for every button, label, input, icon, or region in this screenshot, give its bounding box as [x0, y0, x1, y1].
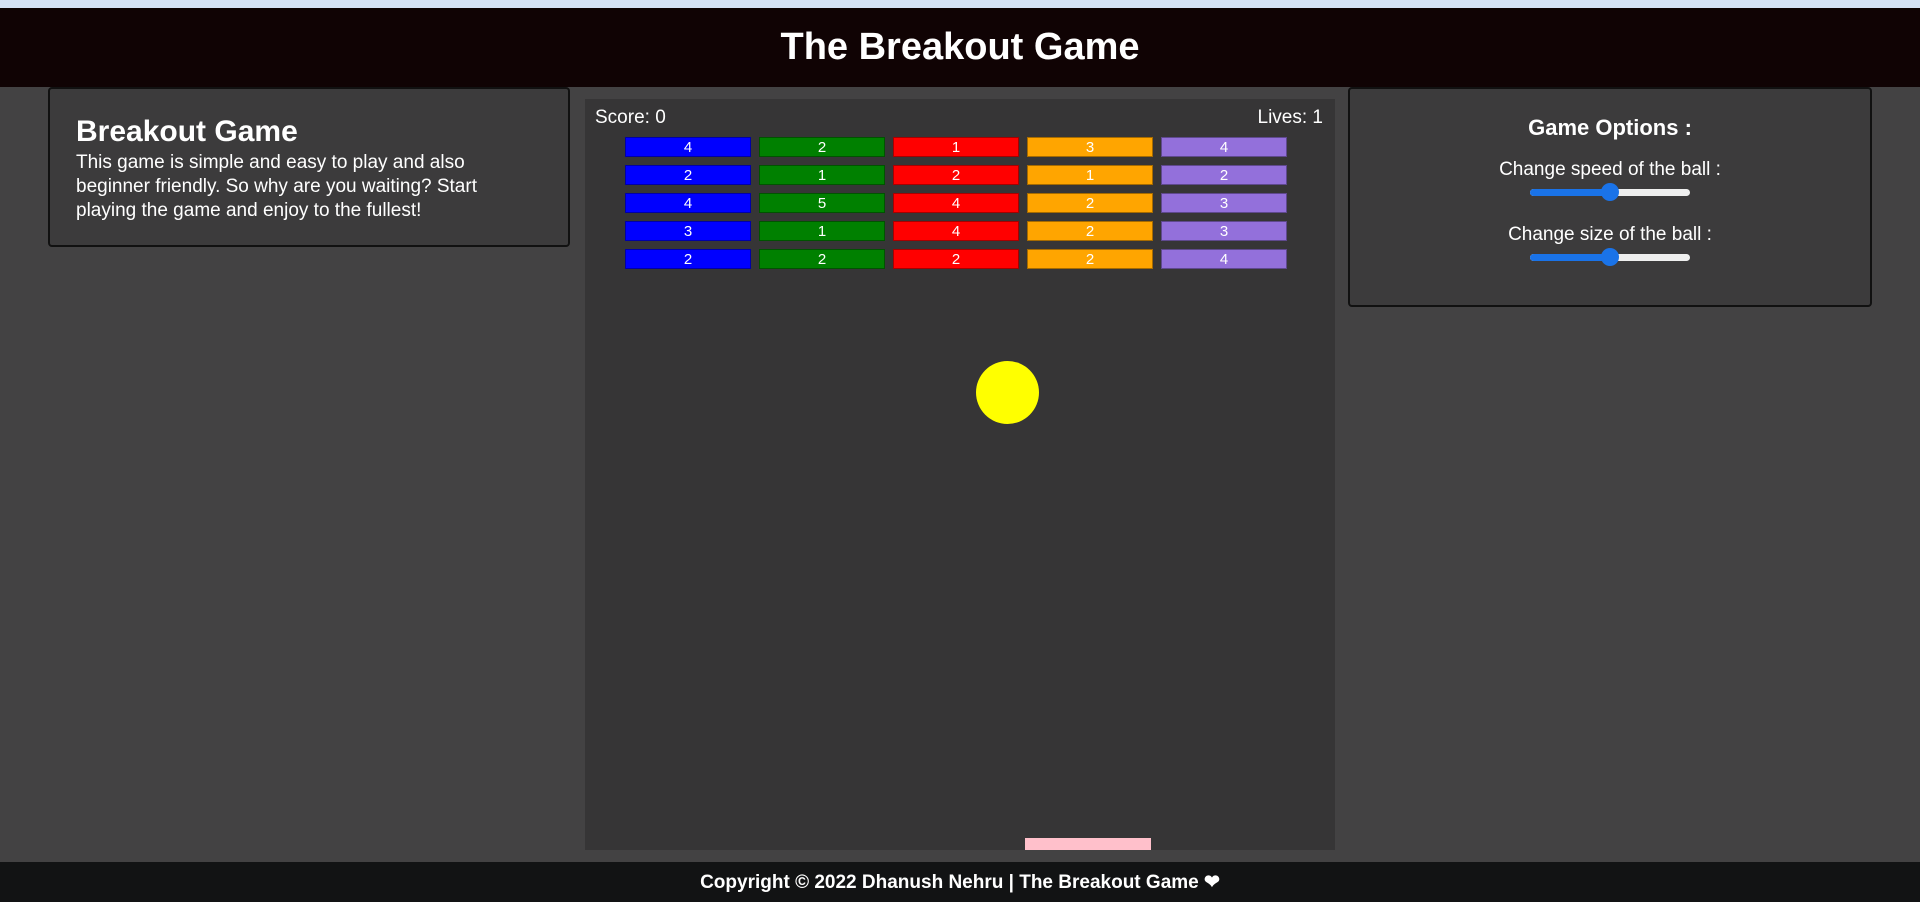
ball [976, 361, 1039, 424]
brick: 2 [759, 249, 885, 269]
speed-label: Change speed of the ball : [1499, 159, 1721, 180]
game-options-panel: Game Options : Change speed of the ball … [1348, 87, 1872, 307]
brick: 2 [893, 249, 1019, 269]
brick: 2 [1161, 165, 1287, 185]
brick: 4 [625, 193, 751, 213]
brick: 4 [1161, 249, 1287, 269]
info-title: Breakout Game [76, 115, 298, 148]
brick: 2 [625, 165, 751, 185]
brick: 3 [625, 221, 751, 241]
brick: 4 [1161, 137, 1287, 157]
page-header: The Breakout Game [0, 8, 1920, 87]
page-footer: Copyright © 2022 Dhanush Nehru | The Bre… [0, 862, 1920, 902]
game-canvas[interactable]: Score: 0 Lives: 1 4213421212454233142322… [585, 99, 1335, 850]
page-title: The Breakout Game [780, 26, 1140, 68]
paddle[interactable] [1025, 838, 1151, 850]
speed-slider-fill [1530, 189, 1610, 196]
brick: 1 [759, 221, 885, 241]
brick: 2 [1027, 193, 1153, 213]
size-slider-thumb[interactable] [1601, 248, 1619, 266]
brick: 2 [1027, 249, 1153, 269]
brick: 3 [1161, 193, 1287, 213]
size-slider-fill [1530, 254, 1610, 261]
info-description: This game is simple and easy to play and… [76, 152, 477, 221]
speed-slider[interactable] [1530, 183, 1690, 201]
brick: 4 [893, 221, 1019, 241]
size-slider[interactable] [1530, 248, 1690, 266]
brick: 2 [1027, 221, 1153, 241]
size-label: Change size of the ball : [1508, 224, 1712, 245]
brick-grid: 4213421212454233142322224 [585, 99, 1335, 299]
browser-top-strip [0, 0, 1920, 8]
brick: 3 [1027, 137, 1153, 157]
options-title: Game Options : [1528, 115, 1692, 140]
brick: 2 [625, 249, 751, 269]
brick: 2 [759, 137, 885, 157]
brick: 4 [625, 137, 751, 157]
brick: 1 [1027, 165, 1153, 185]
speed-slider-thumb[interactable] [1601, 183, 1619, 201]
brick: 1 [893, 137, 1019, 157]
brick: 4 [893, 193, 1019, 213]
brick: 3 [1161, 221, 1287, 241]
brick: 2 [893, 165, 1019, 185]
brick: 5 [759, 193, 885, 213]
footer-text: Copyright © 2022 Dhanush Nehru | The Bre… [700, 871, 1220, 893]
info-panel: Breakout Game This game is simple and ea… [48, 87, 570, 247]
brick: 1 [759, 165, 885, 185]
